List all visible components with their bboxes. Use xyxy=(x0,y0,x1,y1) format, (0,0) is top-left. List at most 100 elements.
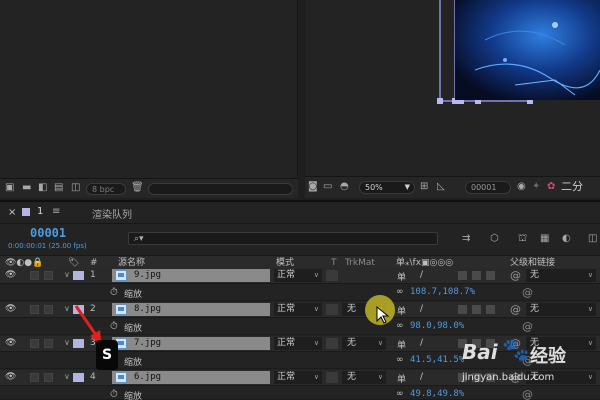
watermark-brand: Bai xyxy=(462,340,498,364)
quality-switch-icon[interactable]: / xyxy=(420,270,423,280)
fx-switch[interactable] xyxy=(458,305,467,314)
composition-viewer[interactable] xyxy=(305,0,600,176)
resolution-label[interactable]: 二分 xyxy=(561,181,583,193)
visibility-eye-icon[interactable]: 👁 xyxy=(5,304,16,314)
quality-switch-icon[interactable]: / xyxy=(420,338,423,348)
preserve-transparency-switch[interactable] xyxy=(326,304,338,315)
new-composition-icon[interactable]: ◧ xyxy=(38,182,47,194)
pick-whip-icon[interactable]: @ xyxy=(510,303,521,316)
baidu-watermark: Bai 🐾 经验 jingyan.baidu.com xyxy=(458,330,598,390)
motion-blur-icon[interactable]: ◐ xyxy=(562,233,571,245)
search-input[interactable]: ⌕▾ xyxy=(128,232,438,245)
motion-blur-switch[interactable] xyxy=(472,305,481,314)
parent-select[interactable]: 无 ∨ xyxy=(526,269,596,282)
quality-switch-icon[interactable]: / xyxy=(420,304,423,314)
scale-value[interactable]: 41.5,41.5% xyxy=(410,355,464,365)
viewer-timecode[interactable]: 00001 xyxy=(465,181,511,194)
draft-3d-toggle-icon[interactable]: ⬡ xyxy=(490,233,499,245)
bpc-toggle-icon[interactable]: ◫ xyxy=(71,182,80,194)
blend-mode-select[interactable]: 正常 ∨ xyxy=(274,269,322,282)
show-snapshot-icon[interactable]: ✦ xyxy=(532,181,540,193)
project-scrollbar[interactable] xyxy=(148,183,293,195)
grid-guide-icon[interactable]: ⊞ xyxy=(420,181,428,193)
channel-icon[interactable]: ✿ xyxy=(547,181,555,193)
layer-number: 4 xyxy=(90,372,96,382)
tab-menu-icon[interactable]: ≡ xyxy=(52,206,60,218)
frame-blending-icon[interactable]: ▦ xyxy=(540,233,549,245)
shy-switch-icon[interactable]: 单 xyxy=(397,270,406,283)
quality-switch-icon[interactable]: / xyxy=(420,372,423,382)
interpret-footage-icon[interactable]: ▣ xyxy=(5,182,14,194)
tab-composition-1[interactable]: 1 xyxy=(37,206,43,217)
twirl-chevron-icon[interactable]: ∨ xyxy=(64,338,70,347)
chevron-down-icon: ∨ xyxy=(313,373,319,381)
draft-3d-icon[interactable]: ◓ xyxy=(340,181,349,193)
label-color-swatch[interactable] xyxy=(73,271,84,280)
preserve-transparency-switch[interactable] xyxy=(326,270,338,281)
trash-icon[interactable]: 🗑 xyxy=(131,182,144,194)
tab-render-queue[interactable]: 渲染队列 xyxy=(92,206,132,221)
blend-mode-select[interactable]: 正常 ∨ xyxy=(274,303,322,316)
fx-switch[interactable] xyxy=(458,271,467,280)
pick-whip-icon[interactable]: @ xyxy=(522,286,533,299)
visibility-eye-icon[interactable]: 👁 xyxy=(5,270,16,280)
preserve-transparency-switch[interactable] xyxy=(326,372,338,383)
image-file-icon xyxy=(115,372,127,383)
motion-blur-switch[interactable] xyxy=(472,271,481,280)
parent-select[interactable]: 无 ∨ xyxy=(526,303,596,316)
layer-name[interactable]: 6.jpg xyxy=(112,371,270,384)
project-settings-icon[interactable]: ▤ xyxy=(54,182,63,194)
pick-whip-icon[interactable]: @ xyxy=(510,269,521,282)
solo-switch[interactable] xyxy=(30,305,39,314)
visibility-eye-icon[interactable]: 👁 xyxy=(5,372,16,382)
visibility-eye-icon[interactable]: 👁 xyxy=(5,338,16,348)
hide-shy-icon[interactable]: ⛫ xyxy=(518,233,527,245)
new-folder-icon[interactable]: ▬ xyxy=(22,182,31,194)
layer-name[interactable]: 9.jpg xyxy=(112,269,270,282)
graph-editor-icon[interactable]: ◫ xyxy=(588,233,597,245)
bpc-field[interactable]: 8 bpc xyxy=(86,183,126,195)
shy-switch-icon[interactable]: 单 xyxy=(397,372,406,385)
blend-mode-select[interactable]: 正常 ∨ xyxy=(274,337,322,350)
label-color-swatch[interactable] xyxy=(73,373,84,382)
region-of-interest-icon[interactable]: ◺ xyxy=(437,181,445,193)
adjustment-switch[interactable] xyxy=(486,305,495,314)
snapshot-camera-icon[interactable]: ◉ xyxy=(517,181,526,193)
layer-name[interactable]: 8.jpg xyxy=(112,303,270,316)
comp-mini-flowchart-icon[interactable]: ⇉ xyxy=(462,233,470,245)
lock-switch[interactable] xyxy=(44,271,53,280)
constrain-link-icon[interactable]: ∞ xyxy=(396,287,404,297)
stopwatch-icon[interactable]: ⏱ xyxy=(110,287,118,298)
trkmat-select[interactable]: 无∨ xyxy=(342,371,386,384)
constrain-link-icon[interactable]: ∞ xyxy=(396,321,404,331)
lock-switch[interactable] xyxy=(44,305,53,314)
zoom-select[interactable]: 50% ▼ xyxy=(359,181,415,194)
layer-name[interactable]: 7.jpg xyxy=(112,337,270,350)
lock-switch[interactable] xyxy=(44,339,53,348)
shy-switch-icon[interactable]: 单 xyxy=(397,304,406,317)
scale-value[interactable]: 49.8,49.8% xyxy=(410,389,464,399)
solo-switch[interactable] xyxy=(30,271,39,280)
constrain-link-icon[interactable]: ∞ xyxy=(396,389,404,399)
twirl-chevron-icon[interactable]: ∨ xyxy=(64,304,70,313)
twirl-chevron-icon[interactable]: ∨ xyxy=(64,372,70,381)
preserve-transparency-switch[interactable] xyxy=(326,338,338,349)
close-icon[interactable]: × xyxy=(8,207,16,219)
always-preview-icon[interactable]: ◙ xyxy=(308,181,318,193)
layer-row[interactable]: 👁 ∨ 1 9.jpg 正常 ∨ 单 / @ 无 ∨ xyxy=(0,268,600,284)
trkmat-select[interactable]: 无∨ xyxy=(342,337,386,350)
solo-switch[interactable] xyxy=(30,373,39,382)
solo-switch[interactable] xyxy=(30,339,39,348)
scale-value[interactable]: 98.0,98.0% xyxy=(410,321,464,331)
stopwatch-icon[interactable]: ⏱ xyxy=(110,321,118,332)
shy-switch-icon[interactable]: 单 xyxy=(397,338,406,351)
constrain-link-icon[interactable]: ∞ xyxy=(396,355,404,365)
stopwatch-icon[interactable]: ⏱ xyxy=(110,389,118,400)
mask-toggle-icon[interactable]: ▭ xyxy=(323,181,332,193)
scale-value[interactable]: 108.7,108.7% xyxy=(410,287,475,297)
adjustment-switch[interactable] xyxy=(486,271,495,280)
current-time-display[interactable]: 00001 xyxy=(30,226,66,240)
twirl-chevron-icon[interactable]: ∨ xyxy=(64,270,70,279)
lock-switch[interactable] xyxy=(44,373,53,382)
blend-mode-select[interactable]: 正常 ∨ xyxy=(274,371,322,384)
